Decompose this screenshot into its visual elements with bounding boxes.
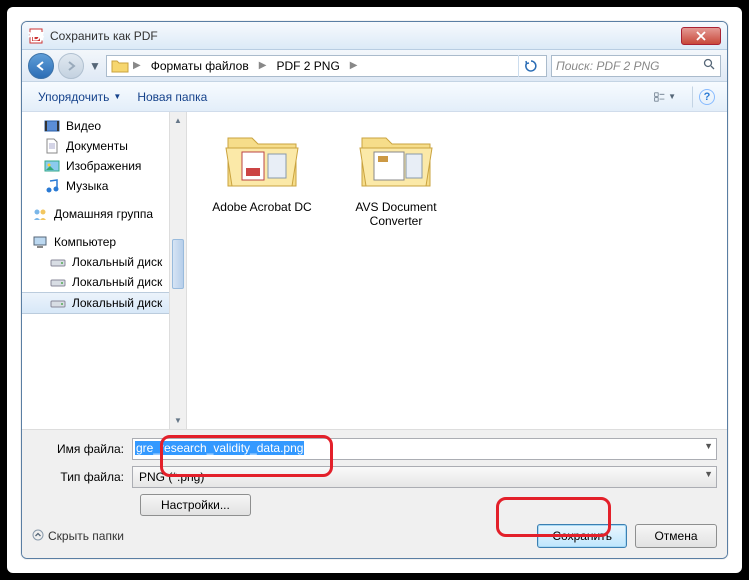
organize-menu[interactable]: Упорядочить ▼ bbox=[30, 86, 129, 108]
chevron-down-icon: ▼ bbox=[668, 92, 676, 101]
back-button[interactable] bbox=[28, 53, 54, 79]
folder-contents[interactable]: Adobe Acrobat DC AVS Document Converter bbox=[187, 112, 727, 429]
refresh-button[interactable] bbox=[518, 55, 542, 77]
computer-icon bbox=[32, 234, 48, 250]
sidebar-item-homegroup[interactable]: Домашняя группа bbox=[22, 204, 186, 224]
drive-icon bbox=[50, 254, 66, 270]
arrow-right-icon bbox=[65, 60, 77, 72]
sidebar-item-documents[interactable]: Документы bbox=[22, 136, 186, 156]
search-icon bbox=[703, 58, 716, 74]
view-mode-button[interactable]: ▼ bbox=[653, 86, 693, 108]
forward-button[interactable] bbox=[58, 53, 84, 79]
main-area: Видео Документы Изображения Музыка bbox=[22, 112, 727, 429]
folder-label: AVS Document Converter bbox=[341, 200, 451, 229]
chevron-right-icon: ▶ bbox=[348, 60, 360, 71]
help-button[interactable]: ? bbox=[695, 86, 719, 108]
pdf-app-icon: PDF bbox=[28, 28, 44, 44]
navbar: ▼ ▶ Форматы файлов ▶ PDF 2 PNG ▶ Поиск: … bbox=[22, 50, 727, 82]
close-icon bbox=[696, 31, 706, 41]
folder-item[interactable]: Adobe Acrobat DC bbox=[207, 124, 317, 214]
cancel-button[interactable]: Отмена bbox=[635, 524, 717, 548]
video-icon bbox=[44, 118, 60, 134]
scrollbar-thumb[interactable] bbox=[172, 239, 184, 289]
refresh-icon bbox=[524, 59, 538, 73]
chevron-right-icon: ▶ bbox=[257, 60, 269, 71]
drive-icon bbox=[50, 274, 66, 290]
filename-input[interactable]: gre_research_validity_data.png bbox=[132, 438, 717, 460]
folder-label: Adobe Acrobat DC bbox=[207, 200, 317, 214]
chevron-up-icon bbox=[32, 529, 44, 544]
search-placeholder: Поиск: PDF 2 PNG bbox=[556, 59, 660, 73]
sidebar-item-pictures[interactable]: Изображения bbox=[22, 156, 186, 176]
document-icon bbox=[44, 138, 60, 154]
sidebar-item-music[interactable]: Музыка bbox=[22, 176, 186, 196]
help-icon: ? bbox=[699, 89, 715, 105]
search-input[interactable]: Поиск: PDF 2 PNG bbox=[551, 55, 721, 77]
save-controls: Имя файла: gre_research_validity_data.pn… bbox=[22, 429, 727, 558]
filename-label: Имя файла: bbox=[32, 442, 132, 456]
sidebar-item-drive[interactable]: Локальный диск bbox=[22, 272, 186, 292]
filetype-label: Тип файла: bbox=[32, 470, 132, 484]
sidebar-item-computer[interactable]: Компьютер bbox=[22, 232, 186, 252]
sidebar-item-video[interactable]: Видео bbox=[22, 116, 186, 136]
sidebar-item-drive[interactable]: Локальный диск bbox=[22, 292, 186, 314]
new-folder-button[interactable]: Новая папка bbox=[129, 86, 215, 108]
folder-icon bbox=[356, 124, 436, 194]
settings-button[interactable]: Настройки... bbox=[140, 494, 251, 516]
sidebar-item-drive[interactable]: Локальный диск bbox=[22, 252, 186, 272]
svg-text:PDF: PDF bbox=[28, 29, 44, 43]
window-title: Сохранить как PDF bbox=[50, 29, 681, 43]
nav-history-dropdown[interactable]: ▼ bbox=[88, 53, 102, 79]
save-button[interactable]: Сохранить bbox=[537, 524, 627, 548]
hide-folders-toggle[interactable]: Скрыть папки bbox=[32, 529, 124, 544]
toolbar: Упорядочить ▼ Новая папка ▼ ? bbox=[22, 82, 727, 112]
folder-item[interactable]: AVS Document Converter bbox=[341, 124, 451, 229]
folder-icon bbox=[222, 124, 302, 194]
chevron-right-icon: ▶ bbox=[131, 60, 143, 71]
music-icon bbox=[44, 178, 60, 194]
close-button[interactable] bbox=[681, 27, 721, 45]
scroll-up-icon[interactable]: ▲ bbox=[170, 112, 186, 129]
chevron-down-icon: ▼ bbox=[113, 92, 121, 101]
filetype-select[interactable]: PNG (*.png) bbox=[132, 466, 717, 488]
breadcrumb-segment[interactable]: PDF 2 PNG bbox=[270, 57, 345, 75]
folder-icon bbox=[111, 57, 129, 75]
titlebar: PDF Сохранить как PDF bbox=[22, 22, 727, 50]
arrow-left-icon bbox=[35, 60, 47, 72]
breadcrumb-segment[interactable]: Форматы файлов bbox=[145, 57, 255, 75]
homegroup-icon bbox=[32, 206, 48, 222]
sidebar-scrollbar[interactable]: ▲ ▼ bbox=[169, 112, 186, 429]
navigation-pane: Видео Документы Изображения Музыка bbox=[22, 112, 187, 429]
scroll-down-icon[interactable]: ▼ bbox=[170, 412, 186, 429]
drive-icon bbox=[50, 295, 66, 311]
breadcrumb[interactable]: ▶ Форматы файлов ▶ PDF 2 PNG ▶ bbox=[106, 55, 547, 77]
view-icon bbox=[654, 90, 665, 104]
picture-icon bbox=[44, 158, 60, 174]
